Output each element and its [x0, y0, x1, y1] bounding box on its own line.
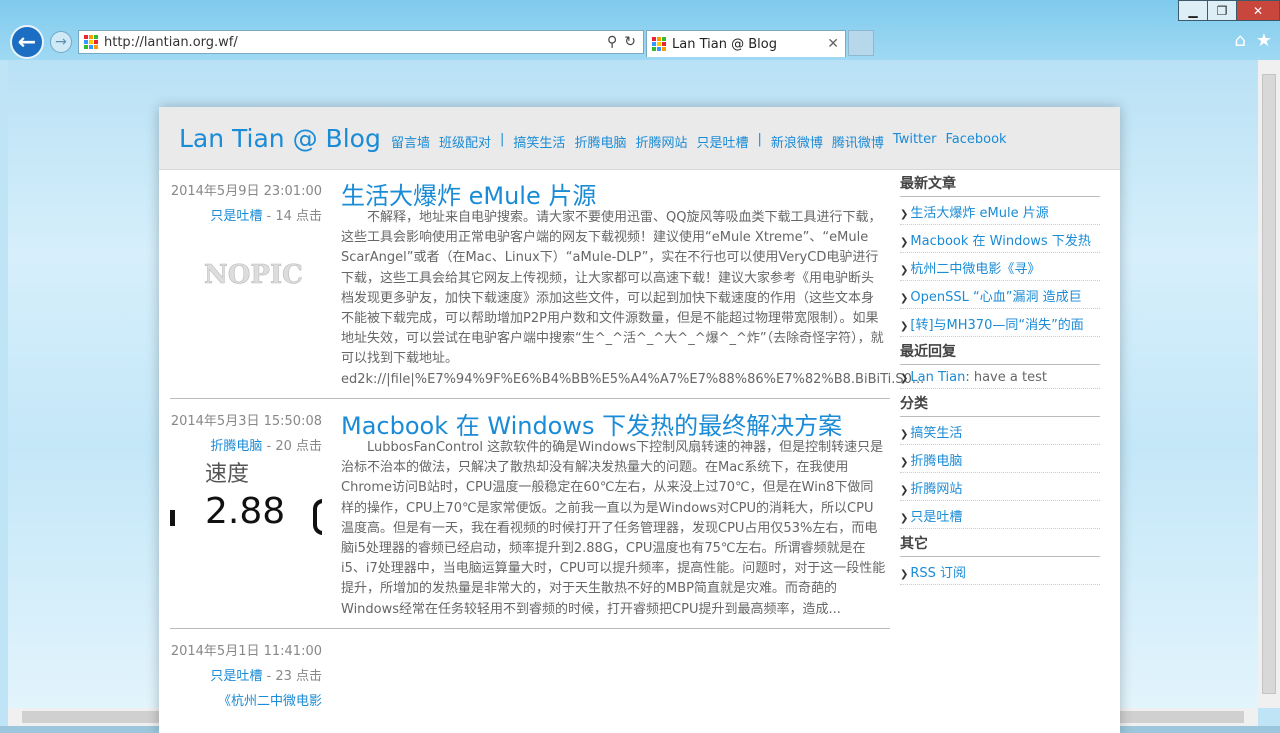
- post-item: 2014年5月3日 15:50:08 折腾电脑 - 20 点击 速度 2.88 …: [170, 399, 890, 629]
- chevron-right-icon: ❯: [900, 209, 909, 220]
- post-category-link[interactable]: 只是吐槽: [210, 209, 262, 224]
- post-thumbnail[interactable]: 速度 2.88: [170, 453, 322, 543]
- post-item: 2014年5月1日 11:41:00 只是吐槽 - 23 点击 《杭州二中微电影: [170, 629, 890, 733]
- nav-item[interactable]: 新浪微博: [771, 132, 823, 151]
- chevron-right-icon: ❯: [900, 457, 909, 468]
- sidebar-category-link[interactable]: ❯ 折腾网站: [900, 473, 1100, 501]
- nopic-image: NOPIC: [204, 260, 303, 291]
- post-category-link[interactable]: 折腾电脑: [210, 439, 262, 454]
- sidebar: 最新文章 ❯ 生活大爆炸 eMule 片源 ❯ Macbook 在 Windows …: [900, 169, 1100, 585]
- tab-favicon-icon: [652, 37, 666, 51]
- browser-titlebar: ▁ ❐ ✕ ← → http://lantian.org.wf/ ⚲ ↻ Lan…: [0, 0, 1280, 60]
- blog-header: Lan Tian @ Blog 留言墙 班级配对 | 搞笑生活 折腾电脑 折腾网…: [159, 107, 1120, 170]
- post-item: 2014年5月9日 23:01:00 只是吐槽 - 14 点击 NOPIC 生活…: [170, 169, 925, 399]
- chevron-right-icon: ❯: [900, 373, 909, 384]
- chevron-right-icon: ❯: [900, 569, 909, 580]
- post-excerpt: 不解释，地址来自电驴搜索。请大家不要使用迅雷、QQ旋风等吸血类下载工具进行下载，…: [341, 210, 925, 387]
- search-icon[interactable]: ⚲: [607, 34, 617, 50]
- post-views: - 23 点击: [262, 669, 322, 684]
- blog-title[interactable]: Lan Tian @ Blog: [179, 124, 381, 153]
- sidebar-recent-link[interactable]: ❯ 杭州二中微电影《寻》: [900, 253, 1100, 281]
- nopic-text: NOPIC: [204, 260, 303, 290]
- post-list: 2014年5月9日 23:01:00 只是吐槽 - 14 点击 NOPIC 生活…: [170, 169, 925, 733]
- forward-button[interactable]: →: [50, 31, 72, 53]
- post-thumbnail[interactable]: NOPIC: [180, 249, 320, 303]
- post-title[interactable]: Macbook 在 Windows 下发热的最终解决方案: [341, 406, 842, 441]
- sidebar-rss-link[interactable]: ❯ RSS 订阅: [900, 557, 1100, 585]
- url-text[interactable]: http://lantian.org.wf/: [104, 35, 607, 50]
- sidebar-recent-link[interactable]: ❯ Macbook 在 Windows 下发热: [900, 225, 1100, 253]
- chevron-right-icon: ❯: [900, 321, 909, 332]
- new-tab-button[interactable]: [848, 30, 874, 56]
- thumb-value: 2.88: [205, 491, 286, 532]
- blog-nav: 留言墙 班级配对 | 搞笑生活 折腾电脑 折腾网站 只是吐槽 | 新浪微博 腾讯…: [391, 132, 1016, 151]
- post-views: - 20 点击: [262, 439, 322, 454]
- nav-item[interactable]: 只是吐槽: [696, 132, 748, 151]
- home-icon[interactable]: ⌂: [1234, 30, 1245, 51]
- post-meta: 只是吐槽 - 14 点击: [170, 205, 322, 224]
- favorites-star-icon[interactable]: ★: [1256, 30, 1272, 51]
- window-controls: ▁ ❐ ✕: [1178, 0, 1280, 21]
- sidebar-comment-item[interactable]: ❯ Lan Tian: have a test: [900, 365, 1100, 389]
- sidebar-category-link[interactable]: ❯ 搞笑生活: [900, 417, 1100, 445]
- sidebar-title-comments: 最近回复: [900, 337, 1100, 365]
- post-meta: 只是吐槽 - 23 点击: [170, 665, 322, 684]
- address-bar[interactable]: http://lantian.org.wf/ ⚲ ↻: [78, 30, 644, 54]
- nav-item[interactable]: Twitter: [893, 132, 937, 151]
- sidebar-recent-link[interactable]: ❯ OpenSSL “心血”漏洞 造成巨: [900, 281, 1100, 309]
- chevron-right-icon: ❯: [900, 265, 909, 276]
- post-excerpt: LubbosFanControl 这款软件的确是Windows下控制风扇转速的神…: [341, 440, 886, 617]
- nav-item[interactable]: 班级配对: [439, 132, 491, 151]
- nav-item[interactable]: Facebook: [945, 132, 1006, 151]
- sidebar-recent-link[interactable]: ❯ [转]与MH370—同“消失”的面: [900, 309, 1100, 337]
- post-category-link[interactable]: 只是吐槽: [210, 669, 262, 684]
- scrollbar-thumb[interactable]: [1262, 74, 1276, 694]
- site-favicon-icon: [84, 35, 98, 49]
- post-date: 2014年5月3日 15:50:08: [170, 414, 322, 429]
- chevron-right-icon: ❯: [900, 485, 909, 496]
- comment-text: : have a test: [965, 370, 1047, 385]
- post-title[interactable]: 生活大爆炸 eMule 片源: [341, 176, 596, 211]
- nav-item[interactable]: 折腾电脑: [574, 132, 626, 151]
- toolbar-icons: ⌂ ★: [1234, 30, 1272, 51]
- sidebar-title-other: 其它: [900, 529, 1100, 557]
- sidebar-title-recent: 最新文章: [900, 169, 1100, 197]
- post-date: 2014年5月9日 23:01:00: [170, 184, 322, 199]
- restore-icon[interactable]: ❐: [1207, 0, 1237, 21]
- tab-title: Lan Tian @ Blog: [672, 36, 777, 52]
- chevron-right-icon: ❯: [900, 237, 909, 248]
- minimize-icon[interactable]: ▁: [1178, 0, 1208, 21]
- sidebar-category-link[interactable]: ❯ 折腾电脑: [900, 445, 1100, 473]
- chevron-right-icon: ❯: [900, 429, 909, 440]
- tab-close-icon[interactable]: ✕: [827, 36, 839, 52]
- post-thumbnail-alt[interactable]: 《杭州二中微电影: [170, 690, 322, 709]
- blog-page: Lan Tian @ Blog 留言墙 班级配对 | 搞笑生活 折腾电脑 折腾网…: [159, 107, 1120, 733]
- close-icon[interactable]: ✕: [1236, 0, 1280, 21]
- vertical-scrollbar[interactable]: [1258, 60, 1280, 708]
- post-date: 2014年5月1日 11:41:00: [170, 644, 322, 659]
- post-views: - 14 点击: [262, 209, 322, 224]
- thumb-label: 速度: [205, 462, 250, 487]
- nav-item[interactable]: 搞笑生活: [513, 132, 565, 151]
- sidebar-title-categories: 分类: [900, 389, 1100, 417]
- nav-item[interactable]: 腾讯微博: [832, 132, 884, 151]
- chevron-right-icon: ❯: [900, 513, 909, 524]
- nav-item[interactable]: 折腾网站: [635, 132, 687, 151]
- back-button[interactable]: ←: [10, 25, 44, 59]
- nav-separator: |: [757, 132, 762, 147]
- nav-item[interactable]: 留言墙: [391, 132, 430, 151]
- nav-separator: |: [500, 132, 505, 147]
- comment-author[interactable]: Lan Tian: [910, 370, 965, 385]
- tab-active[interactable]: Lan Tian @ Blog ✕: [646, 30, 846, 57]
- arrow-right-icon: →: [55, 34, 67, 50]
- sidebar-recent-link[interactable]: ❯ 生活大爆炸 eMule 片源: [900, 197, 1100, 225]
- sidebar-category-link[interactable]: ❯ 只是吐槽: [900, 501, 1100, 529]
- refresh-icon[interactable]: ↻: [624, 34, 636, 50]
- arrow-left-icon: ←: [17, 29, 37, 55]
- chevron-right-icon: ❯: [900, 293, 909, 304]
- post-meta: 折腾电脑 - 20 点击: [170, 435, 322, 454]
